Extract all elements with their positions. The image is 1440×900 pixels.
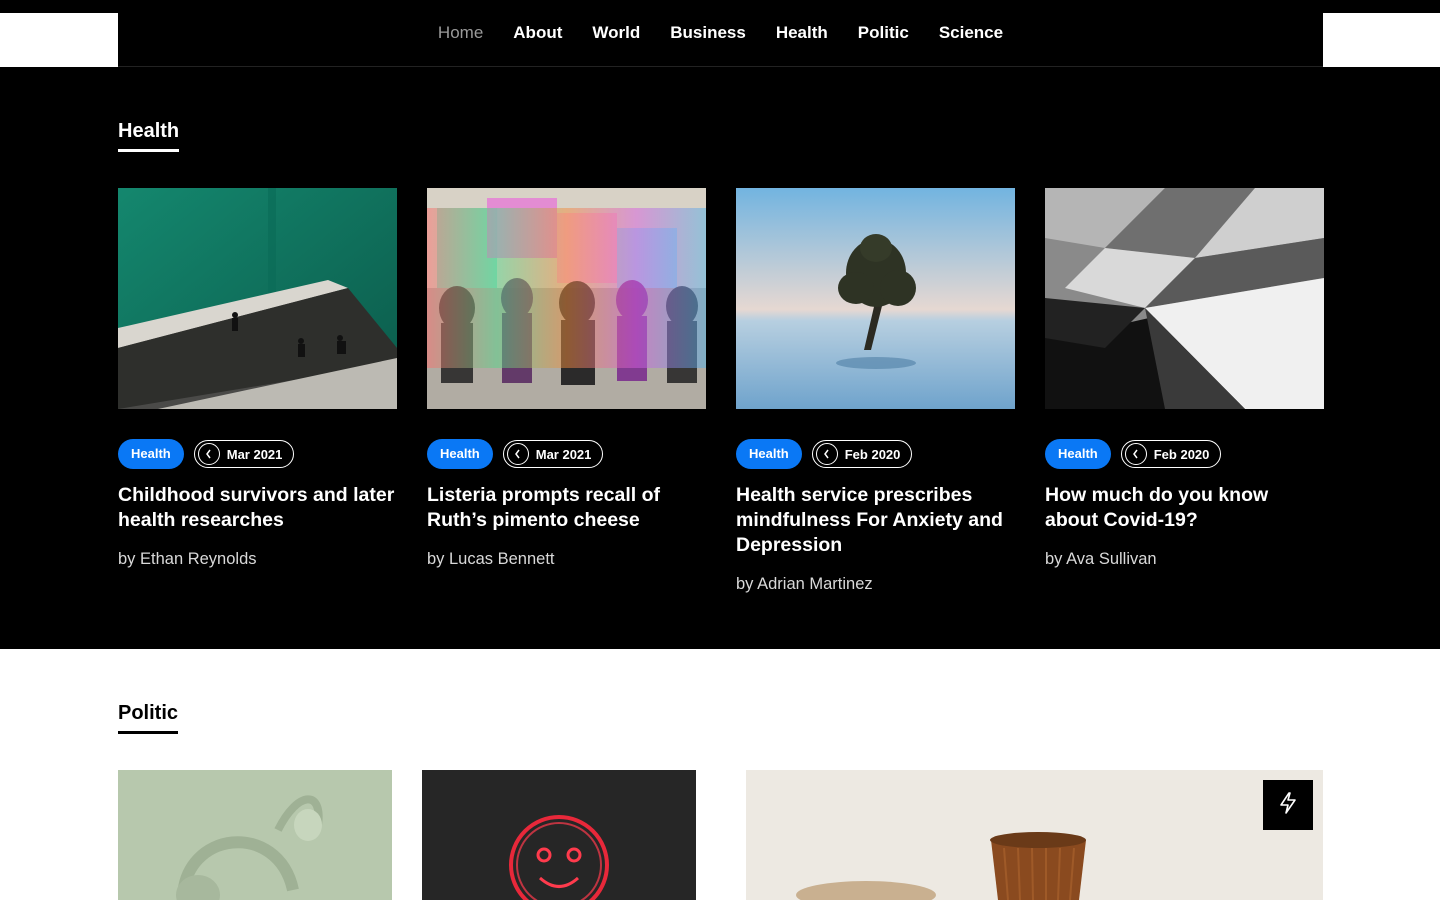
date-text: Mar 2021 [226, 446, 283, 462]
lightning-icon [1278, 791, 1298, 819]
article-byline: by Adrian Martinez [736, 575, 873, 593]
article-meta: Health Mar 2021 [427, 439, 706, 469]
headphones-photo [118, 770, 392, 900]
article-byline: by Ethan Reynolds [118, 550, 257, 568]
clock-icon [506, 443, 529, 465]
clock-icon [1124, 443, 1147, 465]
article-meta: Health Mar 2021 [118, 439, 397, 469]
politic-tile-image[interactable] [422, 770, 696, 900]
politic-section: Politic [0, 649, 1440, 900]
article-image[interactable] [1045, 188, 1324, 409]
article-title[interactable]: How much do you know about Covid-19? [1045, 483, 1324, 533]
section-title-health: Health [118, 119, 180, 152]
article-byline: by Lucas Bennett [427, 550, 555, 568]
article-image[interactable] [736, 188, 1015, 409]
article-title[interactable]: Childhood survivors and later health res… [118, 483, 397, 533]
top-bar: Home About World Business Health Politic… [0, 0, 1440, 67]
category-tag[interactable]: Health [1045, 439, 1111, 469]
amber-glass-photo [746, 770, 1323, 900]
colorful-silhouettes-photo [427, 188, 706, 409]
article-card[interactable]: Health Feb 2020 Health service prescribe… [736, 188, 1015, 594]
nav-item-about[interactable]: About [498, 20, 577, 46]
date-badge: Feb 2020 [1120, 440, 1222, 468]
nav-container: Home About World Business Health Politic… [118, 0, 1323, 67]
date-badge: Mar 2021 [502, 440, 604, 468]
article-image[interactable] [118, 188, 397, 409]
clock-icon [197, 443, 220, 465]
category-tag[interactable]: Health [427, 439, 493, 469]
date-badge: Feb 2020 [811, 440, 913, 468]
main-nav: Home About World Business Health Politic… [118, 20, 1323, 46]
section-title-politic: Politic [118, 701, 179, 734]
article-card[interactable]: Health Mar 2021 Childhood survivors and … [118, 188, 397, 569]
article-byline: by Ava Sullivan [1045, 550, 1157, 568]
clock-icon [815, 443, 838, 465]
nav-item-business[interactable]: Business [655, 20, 761, 46]
date-text: Feb 2020 [1153, 446, 1210, 462]
date-badge: Mar 2021 [193, 440, 295, 468]
nav-item-world[interactable]: World [577, 20, 655, 46]
category-tag[interactable]: Health [736, 439, 802, 469]
neon-smiley-photo [422, 770, 696, 900]
category-tag[interactable]: Health [118, 439, 184, 469]
nav-item-home[interactable]: Home [423, 20, 498, 46]
article-card[interactable]: Health Feb 2020 How much do you know abo… [1045, 188, 1324, 569]
date-text: Mar 2021 [535, 446, 592, 462]
article-title[interactable]: Listeria prompts recall of Ruth’s piment… [427, 483, 706, 533]
health-section: Health Health Mar 2021 Childhood survivo… [0, 67, 1440, 649]
green-staircase-photo [118, 188, 397, 409]
article-meta: Health Feb 2020 [736, 439, 1015, 469]
date-text: Feb 2020 [844, 446, 901, 462]
politic-tile-image[interactable] [118, 770, 392, 900]
article-card[interactable]: Health Mar 2021 Listeria prompts recall … [427, 188, 706, 569]
nav-item-health[interactable]: Health [761, 20, 843, 46]
article-title[interactable]: Health service prescribes mindfulness Fo… [736, 483, 1015, 558]
featured-badge[interactable] [1263, 780, 1313, 830]
tree-in-sea-photo [736, 188, 1015, 409]
nav-item-science[interactable]: Science [924, 20, 1018, 46]
article-meta: Health Feb 2020 [1045, 439, 1324, 469]
politic-tile-image[interactable] [746, 770, 1323, 900]
article-image[interactable] [427, 188, 706, 409]
geometric-architecture-photo [1045, 188, 1324, 409]
nav-item-politic[interactable]: Politic [843, 20, 924, 46]
